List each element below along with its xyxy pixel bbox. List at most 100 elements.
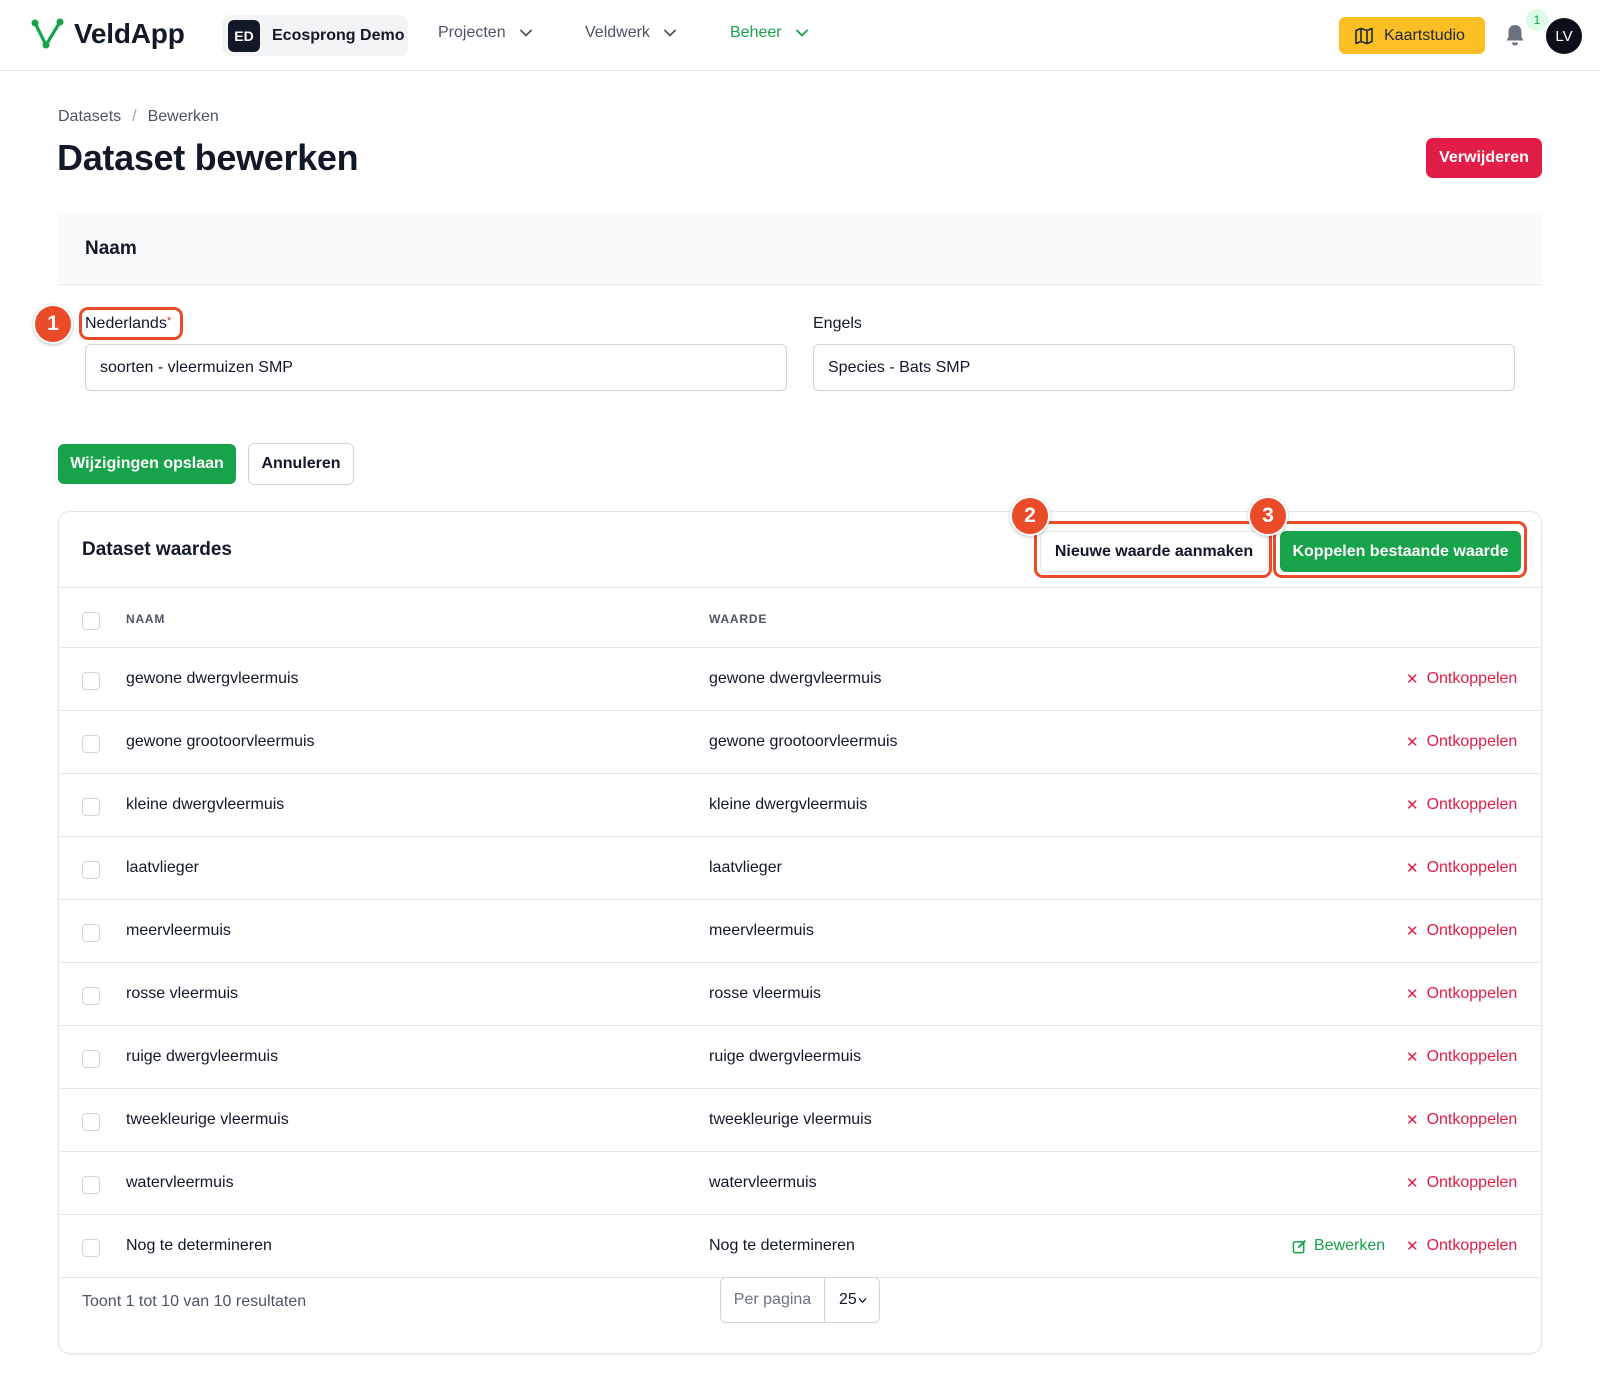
column-header-naam: NAAM (126, 612, 166, 626)
cell-waarde: tweekleurige vleermuis (709, 1111, 872, 1128)
unlink-link[interactable]: ✕ Ontkoppelen (1406, 922, 1517, 940)
delete-button[interactable]: Verwijderen (1426, 138, 1542, 178)
row-checkbox[interactable] (82, 735, 100, 753)
bell-icon[interactable] (1504, 23, 1526, 47)
callout-highlight-3 (1273, 521, 1527, 578)
user-avatar[interactable]: LV (1546, 18, 1582, 54)
chevron-down-icon (795, 29, 808, 37)
row-checkbox[interactable] (82, 924, 100, 942)
select-all-checkbox[interactable] (82, 612, 100, 630)
edit-icon (1292, 1239, 1307, 1253)
edit-link[interactable]: Bewerken (1292, 1237, 1385, 1255)
divider (59, 587, 1541, 588)
unlink-link[interactable]: ✕ Ontkoppelen (1406, 733, 1517, 751)
engels-label: Engels (813, 315, 862, 332)
breadcrumb-datasets[interactable]: Datasets (58, 108, 121, 126)
unlink-link[interactable]: ✕ Ontkoppelen (1406, 670, 1517, 688)
unlink-link[interactable]: ✕ Ontkoppelen (1406, 796, 1517, 814)
unlink-label: Ontkoppelen (1426, 1237, 1518, 1254)
row-checkbox[interactable] (82, 672, 100, 690)
engels-name-input[interactable] (813, 344, 1515, 391)
nav-projecten[interactable]: Projecten (438, 24, 532, 42)
unlink-link[interactable]: ✕ Ontkoppelen (1406, 859, 1517, 877)
chevron-down-icon (858, 1297, 867, 1303)
unlink-label: Ontkoppelen (1426, 922, 1518, 939)
close-icon: ✕ (1406, 734, 1419, 751)
table-row: tweekleurige vleermuis tweekleurige vleer… (59, 1089, 1541, 1152)
map-icon (1355, 27, 1373, 44)
callout-highlight-1 (79, 307, 183, 340)
cell-waarde: meervleermuis (709, 922, 814, 939)
nav-veldwerk[interactable]: Veldwerk (585, 24, 676, 42)
breadcrumb-separator: / (132, 108, 137, 125)
team-name: Ecosprong Demo (272, 26, 405, 44)
table-row: kleine dwergvleermuis kleine dwergvleermu… (59, 774, 1541, 837)
cell-naam: meervleermuis (126, 922, 231, 939)
column-header-waarde: WAARDE (709, 612, 768, 626)
row-checkbox[interactable] (82, 1239, 100, 1257)
row-checkbox[interactable] (82, 861, 100, 879)
close-icon: ✕ (1406, 860, 1419, 877)
cancel-button[interactable]: Annuleren (248, 443, 354, 485)
table-row: gewone grootoorvleermuis gewone grootoorv… (59, 711, 1541, 774)
per-page-select[interactable]: Per pagina 25 (720, 1277, 880, 1323)
nav-beheer-label: Beheer (730, 24, 782, 41)
table-row: watervleermuis watervleermuis ✕ Ontkoppelen (59, 1152, 1541, 1215)
app-name: VeldApp (74, 18, 185, 49)
cell-naam: watervleermuis (126, 1174, 234, 1191)
unlink-link[interactable]: ✕ Ontkoppelen (1406, 985, 1517, 1003)
row-checkbox[interactable] (82, 798, 100, 816)
nav-veldwerk-label: Veldwerk (585, 24, 650, 41)
row-checkbox[interactable] (82, 1050, 100, 1068)
app-logo[interactable]: VeldApp (31, 18, 185, 50)
cell-naam: tweekleurige vleermuis (126, 1111, 289, 1128)
kaartstudio-label: Kaartstudio (1384, 26, 1465, 44)
cell-naam: ruige dwergvleermuis (126, 1048, 279, 1065)
per-page-label: Per pagina (721, 1278, 825, 1322)
table-row: gewone dwergvleermuis gewone dwergvleermu… (59, 648, 1541, 711)
name-section-header: Naam (58, 214, 1542, 285)
unlink-label: Ontkoppelen (1426, 859, 1518, 876)
unlink-label: Ontkoppelen (1426, 1111, 1518, 1128)
nav-beheer[interactable]: Beheer (730, 24, 808, 42)
page-title: Dataset bewerken (57, 137, 359, 178)
table-row: ruige dwergvleermuis ruige dwergvleermuis… (59, 1026, 1541, 1089)
nav-projecten-label: Projecten (438, 24, 506, 41)
row-checkbox[interactable] (82, 1176, 100, 1194)
cell-waarde: watervleermuis (709, 1174, 817, 1191)
close-icon: ✕ (1406, 1112, 1419, 1129)
cell-waarde: ruige dwergvleermuis (709, 1048, 862, 1065)
cell-naam: laatvlieger (126, 859, 199, 876)
row-checkbox[interactable] (82, 987, 100, 1005)
cell-naam: rosse vleermuis (126, 985, 239, 1002)
per-page-value[interactable]: 25 (825, 1278, 879, 1322)
close-icon: ✕ (1406, 1175, 1419, 1192)
kaartstudio-button[interactable]: Kaartstudio (1339, 17, 1485, 54)
unlink-link[interactable]: ✕ Ontkoppelen (1406, 1174, 1517, 1192)
team-switcher[interactable]: ED Ecosprong Demo (222, 15, 408, 56)
callout-badge-3: 3 (1248, 496, 1288, 536)
close-icon: ✕ (1406, 986, 1419, 1003)
table-row: rosse vleermuis rosse vleermuis ✕ Ontkoppel… (59, 963, 1541, 1026)
veldapp-logo-icon (31, 18, 64, 49)
unlink-link[interactable]: ✕ Ontkoppelen (1406, 1048, 1517, 1066)
close-icon: ✕ (1406, 1049, 1419, 1066)
save-changes-button[interactable]: Wijzigingen opslaan (58, 444, 236, 484)
close-icon: ✕ (1406, 671, 1419, 688)
cell-naam: gewone grootoorvleermuis (126, 733, 315, 750)
unlink-label: Ontkoppelen (1426, 985, 1518, 1002)
chevron-down-icon (519, 29, 532, 37)
results-summary: Toont 1 tot 10 van 10 resultaten (82, 1293, 307, 1310)
cell-naam: Nog te determineren (126, 1237, 272, 1254)
unlink-label: Ontkoppelen (1426, 733, 1518, 750)
callout-highlight-2 (1034, 521, 1272, 578)
unlink-label: Ontkoppelen (1426, 670, 1518, 687)
dataset-values-title: Dataset waardes (82, 539, 232, 560)
row-checkbox[interactable] (82, 1113, 100, 1131)
unlink-link[interactable]: ✕ Ontkoppelen (1406, 1237, 1517, 1255)
close-icon: ✕ (1406, 923, 1419, 940)
unlink-link[interactable]: ✕ Ontkoppelen (1406, 1111, 1517, 1129)
nederlands-name-input[interactable] (85, 344, 787, 391)
top-navigation-bar: VeldApp ED Ecosprong Demo Projecten Veld… (0, 0, 1600, 71)
cell-waarde: kleine dwergvleermuis (709, 796, 868, 813)
